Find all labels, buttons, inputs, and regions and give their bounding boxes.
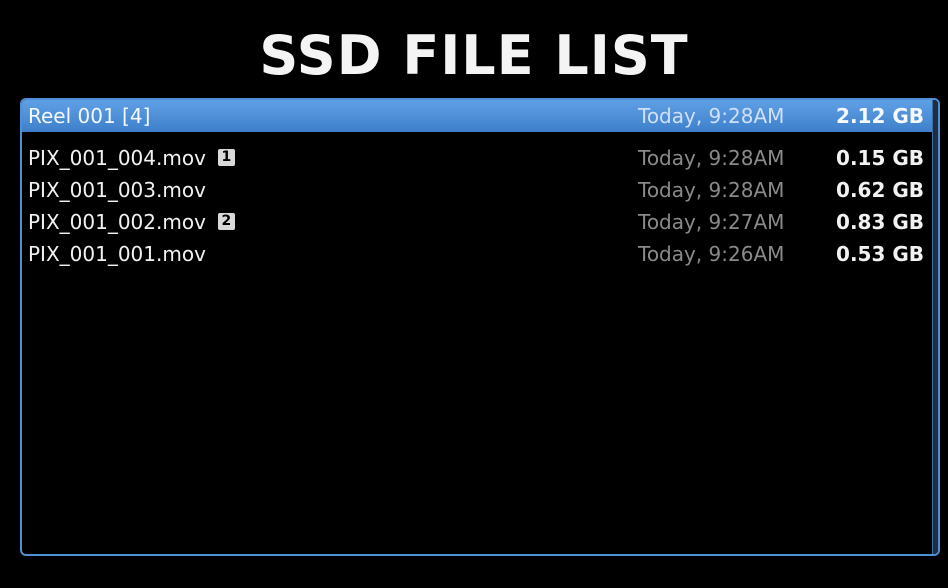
file-size: 0.15 GB (836, 146, 924, 170)
file-name-group: PIX_001_004.mov 1 (28, 142, 235, 174)
file-row[interactable]: PIX_001_004.mov 1 Today, 9:28AM 0.15 GB (22, 142, 934, 174)
file-list-panel: Reel 001 [4] Today, 9:28AM 2.12 GB PIX_0… (20, 98, 940, 556)
file-date: Today, 9:28AM (638, 178, 785, 202)
clip-badge: 2 (217, 213, 235, 230)
file-name: PIX_001_003.mov (28, 178, 206, 202)
file-row[interactable]: PIX_001_001.mov Today, 9:26AM 0.53 GB (22, 238, 934, 270)
file-name: PIX_001_002.mov (28, 210, 206, 234)
file-size: 0.53 GB (836, 242, 924, 266)
page-title: SSD FILE LIST (259, 24, 689, 87)
ssd-file-list-screen: SSD FILE LIST Reel 001 [4] Today, 9:28AM… (0, 0, 948, 588)
file-size: 0.62 GB (836, 178, 924, 202)
file-row-reel[interactable]: Reel 001 [4] Today, 9:28AM 2.12 GB (22, 100, 934, 132)
file-date: Today, 9:26AM (638, 242, 785, 266)
file-name: PIX_001_004.mov (28, 146, 206, 170)
file-size: 0.83 GB (836, 210, 924, 234)
scrollbar-thumb[interactable] (932, 100, 938, 554)
file-row[interactable]: PIX_001_002.mov 2 Today, 9:27AM 0.83 GB (22, 206, 934, 238)
clip-badge: 1 (217, 149, 235, 166)
file-date: Today, 9:28AM (638, 104, 785, 128)
file-name: Reel 001 [4] (28, 104, 151, 128)
scrollbar[interactable] (932, 100, 938, 554)
file-name: PIX_001_001.mov (28, 242, 206, 266)
file-size: 2.12 GB (836, 104, 924, 128)
file-name-group: PIX_001_002.mov 2 (28, 206, 235, 238)
file-date: Today, 9:27AM (638, 210, 785, 234)
file-row[interactable]: PIX_001_003.mov Today, 9:28AM 0.62 GB (22, 174, 934, 206)
file-date: Today, 9:28AM (638, 146, 785, 170)
